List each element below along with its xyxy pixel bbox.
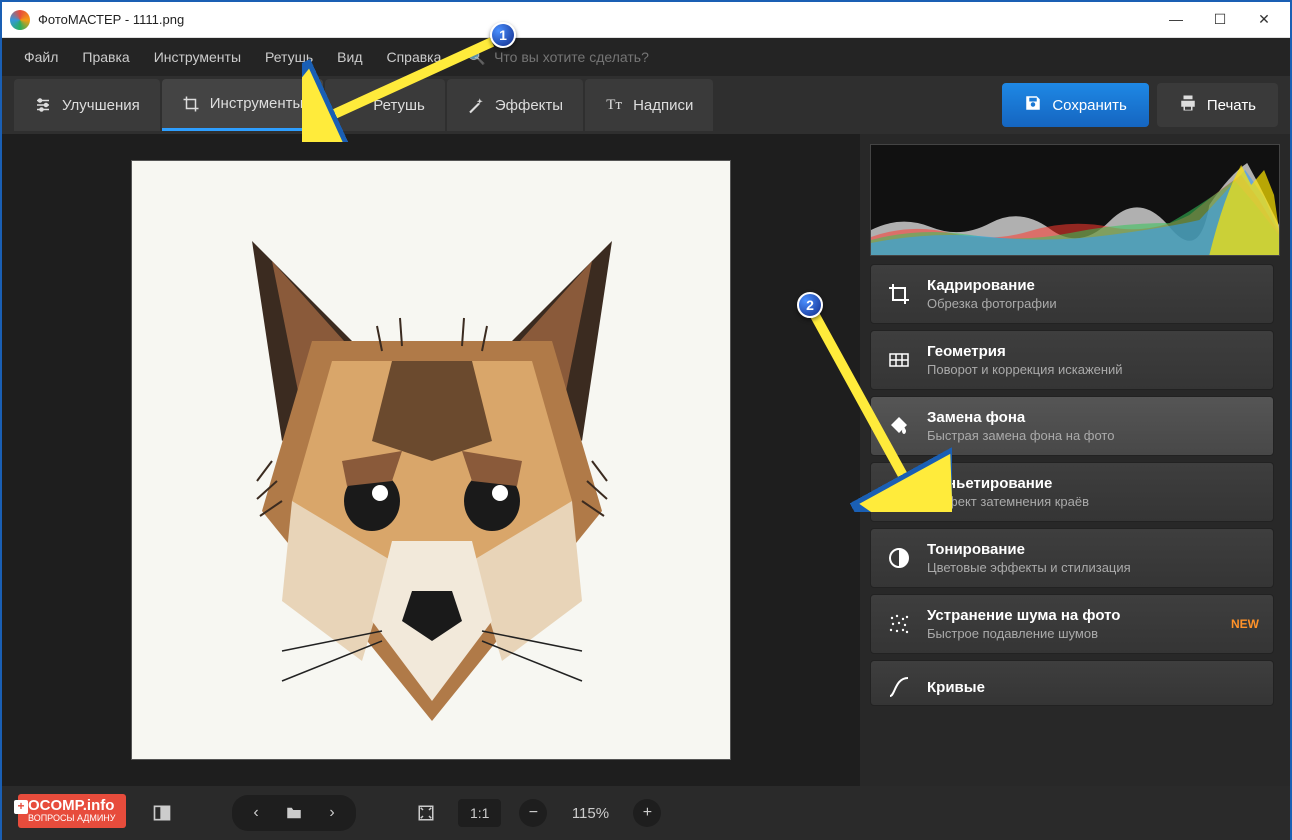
tab-label: Инструменты [210, 95, 304, 112]
tool-denoise[interactable]: Устранение шума на фото Быстрое подавлен… [870, 594, 1274, 654]
plus-icon: + [14, 800, 28, 814]
titlebar: ФотоМАСТЕР - 1111.png — ☐ ✕ [2, 2, 1290, 38]
print-icon [1179, 94, 1197, 116]
annotation-arrow-2 [802, 302, 952, 512]
tool-title: Геометрия [927, 343, 1259, 360]
print-button[interactable]: Печать [1157, 83, 1278, 127]
zoom-in-icon[interactable]: + [633, 799, 661, 827]
tab-text[interactable]: Tᴛ Надписи [585, 79, 713, 131]
tool-desc: Быстрая замена фона на фото [927, 428, 1259, 443]
crop-icon [182, 95, 200, 113]
tab-label: Эффекты [495, 97, 563, 114]
tab-enhance[interactable]: Улучшения [14, 79, 160, 131]
tool-curves[interactable]: Кривые [870, 660, 1274, 706]
save-button[interactable]: Сохранить [1002, 83, 1149, 127]
tool-desc: Эффект затемнения краёв [927, 494, 1259, 509]
menu-file[interactable]: Файл [14, 43, 68, 71]
close-button[interactable]: ✕ [1254, 11, 1274, 28]
ratio-button[interactable]: 1:1 [458, 799, 501, 827]
tool-title: Кадрирование [927, 277, 1259, 294]
zoom-value: 115% [565, 805, 615, 822]
next-icon[interactable]: › [318, 799, 346, 827]
tool-desc: Обрезка фотографии [927, 296, 1259, 311]
folder-icon[interactable] [280, 799, 308, 827]
tab-label: Улучшения [62, 97, 140, 114]
menu-edit[interactable]: Правка [72, 43, 139, 71]
menubar: Файл Правка Инструменты Ретушь Вид Справ… [2, 38, 1290, 76]
search-input[interactable] [494, 49, 714, 65]
annotation-arrow-1 [302, 32, 502, 142]
zoom-out-icon[interactable]: − [519, 799, 547, 827]
minimize-button[interactable]: — [1166, 11, 1186, 28]
fit-icon[interactable] [412, 799, 440, 827]
main-area: Кадрирование Обрезка фотографии Геометри… [2, 134, 1290, 786]
watermark-main: OCOMP.info [28, 798, 116, 815]
bottombar: ↶ ↷ ‹ › 1:1 − 115% + [2, 786, 1290, 840]
noise-icon [885, 610, 913, 638]
tool-desc: Быстрое подавление шумов [927, 626, 1217, 641]
save-icon [1024, 94, 1042, 116]
tool-title: Устранение шума на фото [927, 607, 1217, 624]
tool-title: Замена фона [927, 409, 1259, 426]
tool-desc: Цветовые эффекты и стилизация [927, 560, 1259, 575]
app-logo-icon [10, 10, 30, 30]
new-badge: NEW [1231, 617, 1259, 631]
print-label: Печать [1207, 97, 1256, 114]
histogram[interactable] [870, 144, 1280, 256]
canvas-image[interactable] [131, 160, 731, 760]
maximize-button[interactable]: ☐ [1210, 11, 1230, 28]
tool-title: Виньетирование [927, 475, 1259, 492]
compare-icon[interactable] [148, 799, 176, 827]
tool-desc: Поворот и коррекция искажений [927, 362, 1259, 377]
toolbar: Улучшения Инструменты Ретушь Эффекты Tᴛ … [2, 76, 1290, 134]
sliders-icon [34, 96, 52, 114]
watermark-sub: ВОПРОСЫ АДМИНУ [28, 814, 116, 824]
tool-title: Тонирование [927, 541, 1259, 558]
contrast-icon [885, 544, 913, 572]
annotation-marker-1: 1 [490, 22, 516, 48]
watermark-badge: + OCOMP.info ВОПРОСЫ АДМИНУ [18, 794, 126, 828]
tab-tools[interactable]: Инструменты [162, 79, 324, 131]
window-title: ФотоМАСТЕР - 1111.png [38, 12, 184, 27]
menu-tools[interactable]: Инструменты [144, 43, 251, 71]
tool-toning[interactable]: Тонирование Цветовые эффекты и стилизаци… [870, 528, 1274, 588]
annotation-marker-2: 2 [797, 292, 823, 318]
save-label: Сохранить [1052, 97, 1127, 114]
tab-label: Надписи [633, 97, 693, 114]
nav-group: ‹ › [232, 795, 356, 831]
curves-icon [885, 673, 913, 701]
canvas-area [2, 134, 860, 786]
prev-icon[interactable]: ‹ [242, 799, 270, 827]
tool-title: Кривые [927, 679, 1259, 696]
text-icon: Tᴛ [605, 96, 623, 114]
